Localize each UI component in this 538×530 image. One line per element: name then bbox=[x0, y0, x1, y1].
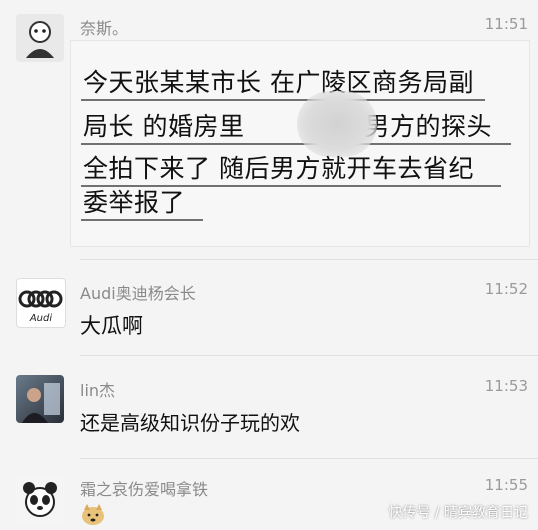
chat-message: 奈斯。 11:51 今天张某某市长 在广陵区商务局副 局长 的婚房里 被男方的探… bbox=[0, 0, 538, 250]
message-bubble[interactable]: 今天张某某市长 在广陵区商务局副 局长 的婚房里 被男方的探头 全拍下来了 随后… bbox=[70, 40, 530, 247]
cartoon-avatar-icon bbox=[16, 14, 64, 62]
message-text[interactable]: 大瓜啊 bbox=[80, 310, 143, 340]
sender-name: lin杰 bbox=[80, 381, 116, 400]
divider bbox=[80, 355, 538, 356]
message-time: 11:52 bbox=[484, 280, 528, 298]
photo-avatar-icon bbox=[16, 375, 64, 423]
chat-message: Audi Audi奥迪杨会长 11:52 大瓜啊 bbox=[0, 270, 538, 350]
chat-message: lin杰 11:53 还是高级知识份子玩的欢 bbox=[0, 365, 538, 455]
sender-name: Audi奥迪杨会长 bbox=[80, 284, 196, 303]
panda-avatar-icon bbox=[16, 474, 64, 522]
doge-sticker-icon[interactable] bbox=[80, 502, 106, 526]
message-time: 11:55 bbox=[484, 476, 528, 494]
message-time: 11:51 bbox=[484, 15, 528, 33]
audi-logo-icon: Audi bbox=[18, 290, 63, 324]
sender-name: 奈斯。 bbox=[80, 19, 129, 38]
message-text-line: 局长 的婚房里 bbox=[83, 112, 245, 141]
text-underline bbox=[81, 99, 485, 101]
blurred-redaction bbox=[297, 91, 377, 157]
message-text[interactable]: 还是高级知识份子玩的欢 bbox=[80, 407, 300, 436]
watermark: 快传号 / 晴宾教育日记 bbox=[388, 505, 528, 521]
message-time: 11:53 bbox=[484, 377, 528, 395]
avatar[interactable] bbox=[16, 474, 64, 522]
text-underline bbox=[81, 219, 203, 221]
avatar[interactable]: Audi bbox=[16, 278, 66, 328]
message-text-line: 委举报了 bbox=[83, 188, 186, 217]
avatar[interactable] bbox=[16, 375, 64, 423]
message-text-line: 今天张某某市长 在广陵区商务局副 bbox=[83, 68, 474, 97]
svg-text:Audi: Audi bbox=[29, 313, 53, 324]
text-underline bbox=[81, 143, 511, 145]
sender-name: 霜之哀伤爱喝拿铁 bbox=[80, 480, 209, 499]
divider bbox=[80, 259, 538, 260]
avatar[interactable] bbox=[16, 14, 64, 62]
divider bbox=[80, 458, 538, 459]
message-text-line: 全拍下来了 随后男方就开车去省纪 bbox=[83, 154, 474, 183]
